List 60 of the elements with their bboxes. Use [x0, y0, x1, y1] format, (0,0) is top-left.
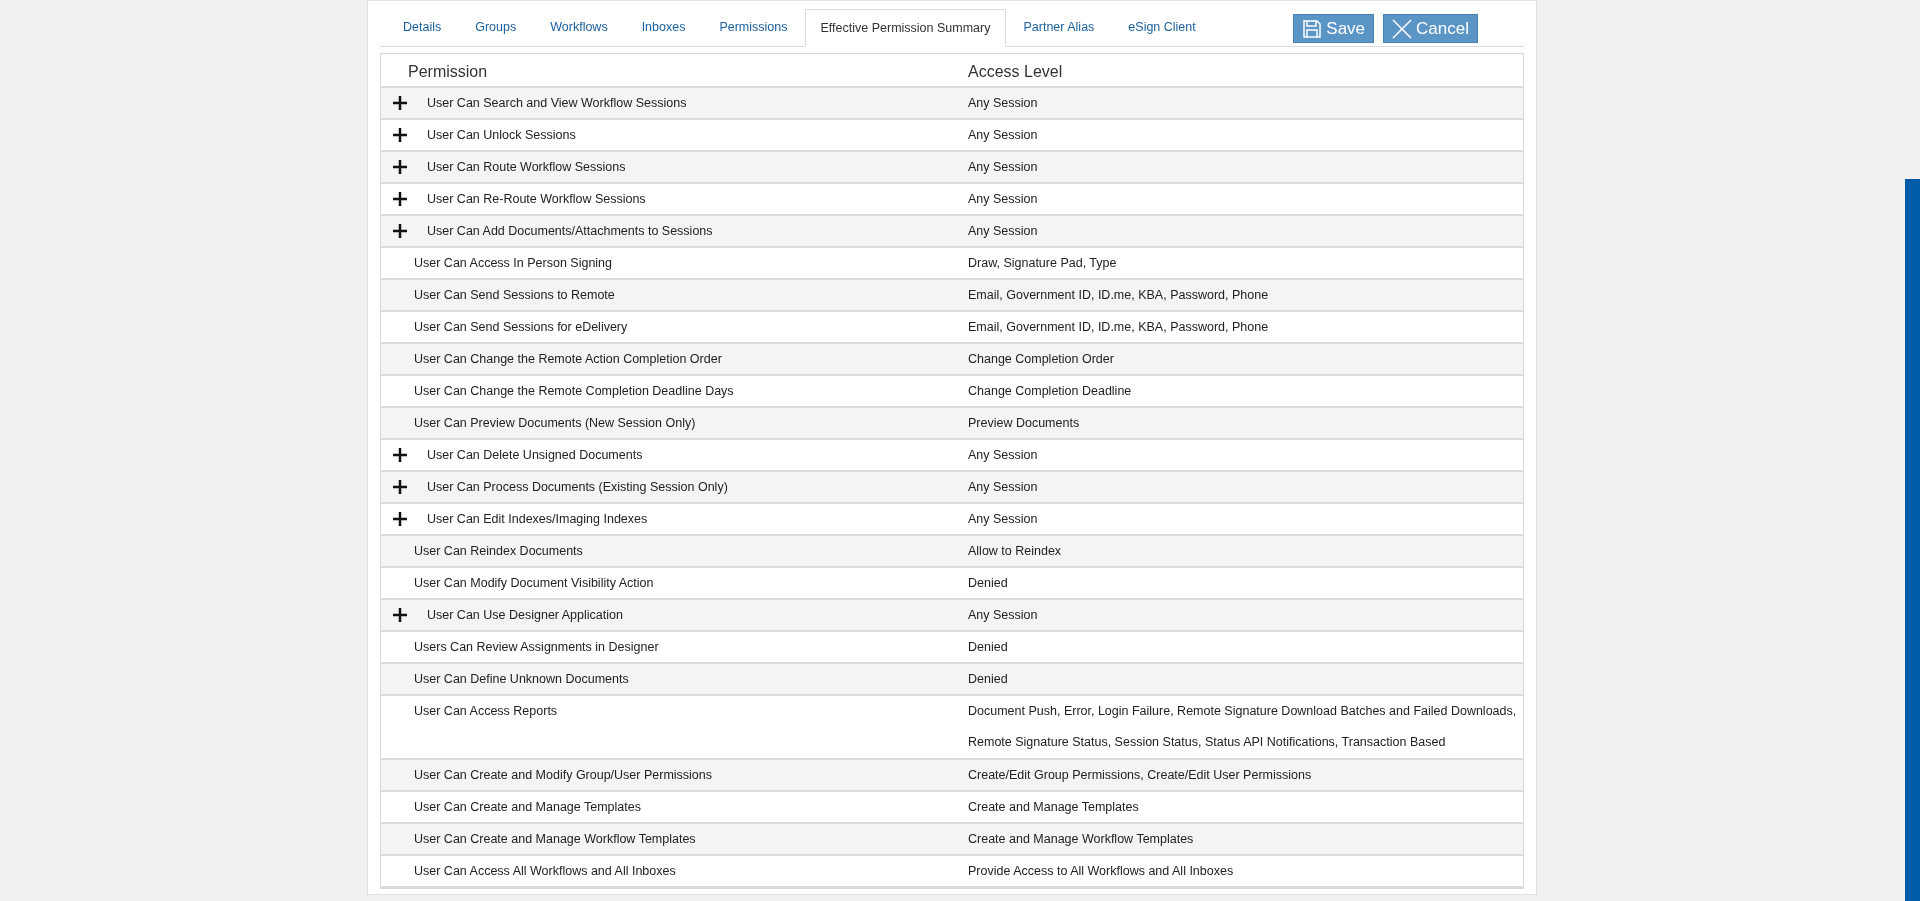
tab[interactable]: Details — [386, 8, 459, 46]
access-level-cell-text: Any Session — [968, 127, 1038, 144]
tab[interactable]: eSign Client — [1111, 8, 1213, 46]
access-level-cell-text: Denied — [968, 671, 1008, 688]
access-level-cell-text: Any Session — [968, 95, 1038, 112]
access-level-cell-text: Create and Manage Workflow Templates — [968, 831, 1194, 848]
permission-cell-text: User Can Add Documents/Attachments to Sessions — [427, 223, 713, 240]
permission-cell-text: User Can Create and Manage Templates — [413, 799, 641, 816]
access-level-cell-text: Any Session — [968, 159, 1038, 176]
tab[interactable]: Groups — [458, 8, 534, 46]
permission-cell-text: User Can Send Sessions to Remote — [413, 287, 615, 304]
access-level-cell-text: Remote Signature Status, Session Status, Status API Notifications, Transaction Based — [968, 734, 1446, 751]
access-level-cell-text: Provide Access to All Workflows and All Inboxes — [968, 863, 1234, 880]
permission-cell-text: User Can Delete Unsigned Documents — [427, 447, 643, 464]
access-level-cell-text: Change Completion Deadline — [968, 383, 1132, 400]
access-level-cell-text: Denied — [968, 575, 1008, 592]
tab[interactable]: Permissions — [702, 8, 805, 46]
permission-cell-text: User Can Unlock Sessions — [427, 127, 576, 144]
permission-cell-text: User Can Search and View Workflow Sessions — [427, 95, 687, 112]
permission-cell-text: Users Can Review Assignments in Designer — [413, 639, 659, 656]
permission-cell-text: User Can Access In Person Signing — [413, 255, 613, 272]
access-level-cell-text: Any Session — [968, 607, 1038, 624]
permission-cell-text: User Can Create and Modify Group/User Permissions — [413, 767, 713, 784]
permission-cell-text: User Can Preview Documents (New Session Only) — [413, 415, 696, 432]
access-level-cell-text: Email, Government ID, ID.me, KBA, Password, Phone — [968, 319, 1269, 336]
access-level-cell-text: Any Session — [968, 191, 1038, 208]
permission-cell-text: User Can Re-Route Workflow Sessions — [427, 191, 646, 208]
access-level-cell-text: Create and Manage Templates — [968, 799, 1139, 816]
permission-cell-text: User Can Reindex Documents — [413, 543, 583, 560]
permission-cell-text: User Can Access Reports — [413, 703, 558, 720]
permission-cell-text: User Can Route Workflow Sessions — [427, 159, 626, 176]
permission-cell-text: User Can Access All Workflows and All Inboxes — [413, 863, 676, 880]
access-level-cell-text: Change Completion Order — [968, 351, 1114, 368]
access-level-cell-text: Any Session — [968, 223, 1038, 240]
close-icon — [1392, 18, 1413, 39]
column-header: Access Level — [968, 62, 1063, 82]
tab[interactable]: Workflows — [533, 8, 625, 46]
permission-cell-text: User Can Change the Remote Completion Deadline Days — [413, 383, 734, 400]
access-level-cell-text: Preview Documents — [968, 415, 1080, 432]
access-level-cell-text: Draw, Signature Pad, Type — [968, 255, 1117, 272]
permission-cell-text: User Can Use Designer Application — [427, 607, 623, 624]
permission-cell-text: User Can Change the Remote Action Completion Order — [413, 351, 722, 368]
permission-cell-text: User Can Modify Document Visibility Action — [413, 575, 654, 592]
permission-cell-text: User Can Edit Indexes/Imaging Indexes — [427, 511, 648, 528]
access-level-cell-text: Denied — [968, 639, 1008, 656]
access-level-cell-text: Any Session — [968, 511, 1038, 528]
access-level-cell-text: Create/Edit Group Permissions, Create/Edit User Permissions — [968, 767, 1312, 784]
column-header: Permission — [407, 62, 489, 82]
permission-cell-text: User Can Create and Manage Workflow Templates — [413, 831, 696, 848]
permission-cell-text: User Can Define Unknown Documents — [413, 671, 629, 688]
tab[interactable]: Inboxes — [624, 8, 703, 46]
tab[interactable]: Effective Permission Summary — [804, 9, 1007, 47]
access-level-cell-text: Any Session — [968, 447, 1038, 464]
access-level-cell-text: Document Push, Error, Login Failure, Remote Signature Download Batches and Failed Downloads, — [968, 703, 1517, 720]
access-level-cell-text: Email, Government ID, ID.me, KBA, Password, Phone — [968, 287, 1269, 304]
permission-cell-text: User Can Process Documents (Existing Session Only) — [427, 479, 728, 496]
access-level-cell-text: Allow to Reindex — [968, 543, 1062, 560]
access-level-cell-text: Any Session — [968, 479, 1038, 496]
tab[interactable]: Partner Alias — [1006, 8, 1112, 46]
permission-cell-text: User Can Send Sessions for eDelivery — [413, 319, 628, 336]
